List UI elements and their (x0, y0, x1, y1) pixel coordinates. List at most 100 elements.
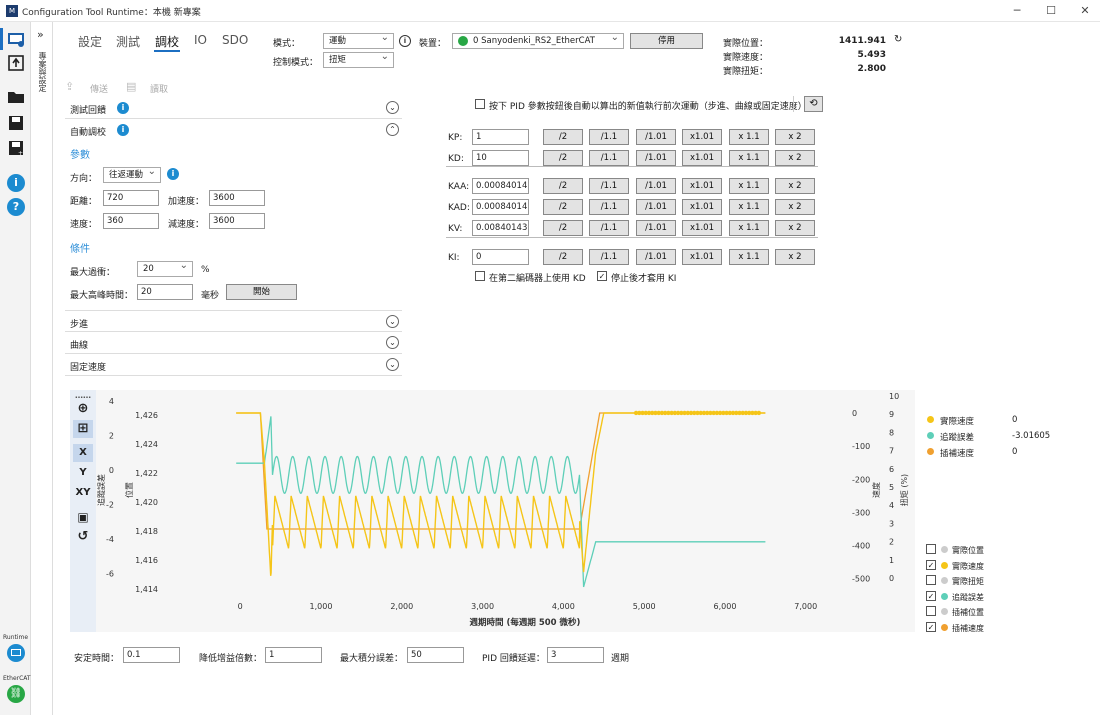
zoom-x-button[interactable]: X (73, 444, 93, 462)
kv-input[interactable]: 0.0084014308406 (472, 220, 529, 236)
kaa-mult-button[interactable]: x 1.1 (729, 178, 769, 194)
kad-mult-button[interactable]: /1.1 (589, 199, 629, 215)
zoom-box-icon[interactable]: ⊞ (73, 420, 93, 438)
ki-mult-button[interactable]: x1.01 (682, 249, 722, 265)
direction-select[interactable]: 往返運動 (103, 165, 161, 183)
speed-input[interactable]: 360 (103, 213, 159, 229)
tab-settings[interactable]: 設定 (78, 33, 102, 50)
kv-mult-button[interactable]: x1.01 (682, 220, 722, 236)
const-speed-section[interactable]: 固定速度 ⌄ (65, 354, 402, 376)
maximize-button[interactable]: ☐ (1036, 3, 1066, 19)
open-folder-icon[interactable] (7, 88, 25, 106)
auto-tune-info-icon[interactable]: i (117, 124, 129, 136)
stop-button[interactable]: 停用 (630, 33, 703, 49)
zoom-xy-button[interactable]: XY (73, 484, 93, 502)
info-icon[interactable]: i (7, 174, 25, 192)
kad-input[interactable]: 0.000840143084 (472, 199, 529, 215)
kp-mult-button[interactable]: /1.1 (589, 129, 629, 145)
series-toggle-checkbox[interactable] (926, 544, 936, 554)
kd-mult-button[interactable]: x 2 (775, 150, 815, 166)
mode-info-icon[interactable]: i (399, 35, 411, 47)
auto-tune-section[interactable]: 自動調校 i ⌃ (65, 119, 402, 141)
kaa-mult-button[interactable]: /1.1 (589, 178, 629, 194)
mode-select[interactable]: 運動 (323, 31, 394, 49)
pid-delay-input[interactable]: 3 (547, 647, 604, 663)
upload-label[interactable]: 傳送 (90, 82, 108, 95)
kd-input[interactable]: 10 (472, 150, 529, 166)
ki-input[interactable]: 0 (472, 249, 529, 265)
ki-mult-button[interactable]: x 2 (775, 249, 815, 265)
tab-tuning[interactable]: 調校 (155, 33, 179, 50)
tab-sdo[interactable]: SDO (222, 33, 248, 47)
minimize-button[interactable]: ─ (1002, 3, 1032, 19)
kaa-mult-button[interactable]: /2 (543, 178, 583, 194)
accel-input[interactable]: 3600 (209, 190, 265, 206)
kd-mult-button[interactable]: /1.01 (636, 150, 676, 166)
zoom-in-icon[interactable]: ⊕ (73, 400, 93, 418)
kd-mult-button[interactable]: /2 (543, 150, 583, 166)
runtime-monitor-icon[interactable] (7, 644, 25, 662)
project-settings-label[interactable]: 專案與設定 (37, 52, 47, 92)
close-button[interactable]: ✕ (1070, 3, 1100, 19)
distance-input[interactable]: 720 (103, 190, 159, 206)
reduce-gain-input[interactable]: 1 (265, 647, 322, 663)
max-integral-input[interactable]: 50 (407, 647, 464, 663)
kaa-mult-button[interactable]: x 2 (775, 178, 815, 194)
series-toggle-checkbox[interactable]: ✓ (926, 590, 936, 601)
undo-zoom-icon[interactable]: ↺ (73, 528, 93, 546)
decel-input[interactable]: 3600 (209, 213, 265, 229)
kad-mult-button[interactable]: x 1.1 (729, 199, 769, 215)
control-mode-select[interactable]: 扭矩 (323, 50, 394, 68)
kad-mult-button[interactable]: /1.01 (636, 199, 676, 215)
kd-mult-button[interactable]: x1.01 (682, 150, 722, 166)
second-encoder-checkbox[interactable] (475, 271, 485, 281)
kaa-mult-button[interactable]: /1.01 (636, 178, 676, 194)
kd-mult-button[interactable]: x 1.1 (729, 150, 769, 166)
direction-info-icon[interactable]: i (167, 168, 179, 180)
fit-view-icon[interactable]: ▣ (73, 508, 93, 526)
series-toggle-checkbox[interactable] (926, 606, 936, 616)
stop-ki-checkbox[interactable]: ✓ (597, 271, 607, 281)
ethercat-link-icon[interactable]: ⛓ (7, 685, 25, 703)
ki-mult-button[interactable]: x 1.1 (729, 249, 769, 265)
zoom-y-button[interactable]: Y (73, 464, 93, 482)
tab-test[interactable]: 測試 (116, 33, 140, 50)
read-label[interactable]: 讀取 (150, 82, 168, 95)
curve-section[interactable]: 曲線 ⌄ (65, 332, 402, 354)
device-config-icon[interactable] (7, 30, 25, 48)
test-feedback-section[interactable]: 測試回饋 i ⌄ (65, 97, 402, 119)
save-as-icon[interactable]: + (7, 139, 25, 157)
chevron-down-icon[interactable]: ⌄ (386, 101, 399, 114)
kv-mult-button[interactable]: x 1.1 (729, 220, 769, 236)
step-section[interactable]: 步進 ⌄ (65, 310, 402, 332)
max-overshoot-select[interactable]: 20 (137, 259, 193, 277)
kv-mult-button[interactable]: /1.1 (589, 220, 629, 236)
kv-mult-button[interactable]: /1.01 (636, 220, 676, 236)
kp-mult-button[interactable]: x 1.1 (729, 129, 769, 145)
series-toggle-checkbox[interactable]: ✓ (926, 621, 936, 632)
chevron-down-icon[interactable]: ⌄ (386, 315, 399, 328)
expand-chevron-icon[interactable]: » (37, 28, 44, 41)
ki-mult-button[interactable]: /2 (543, 249, 583, 265)
chevron-down-icon[interactable]: ⌄ (386, 358, 399, 371)
refresh-button[interactable]: ⟲ (804, 96, 823, 112)
kd-mult-button[interactable]: /1.1 (589, 150, 629, 166)
ki-mult-button[interactable]: /1.01 (636, 249, 676, 265)
kad-mult-button[interactable]: x 2 (775, 199, 815, 215)
kp-input[interactable]: 1 (472, 129, 529, 145)
read-icon[interactable]: ▤ (126, 80, 136, 93)
reset-position-icon[interactable]: ↻ (894, 34, 902, 45)
chevron-up-icon[interactable]: ⌃ (386, 123, 399, 136)
kv-mult-button[interactable]: x 2 (775, 220, 815, 236)
kad-mult-button[interactable]: x1.01 (682, 199, 722, 215)
kv-mult-button[interactable]: /2 (543, 220, 583, 236)
upload-icon[interactable] (7, 54, 25, 72)
chart-plot[interactable]: 0 1,000 2,000 3,000 4,000 5,000 6,000 7,000 週期時間… (96, 390, 915, 632)
test-feedback-info-icon[interactable]: i (117, 102, 129, 114)
settle-input[interactable]: 0.1 (123, 647, 180, 663)
upload-icon[interactable]: ⇪ (65, 80, 74, 93)
kaa-mult-button[interactable]: x1.01 (682, 178, 722, 194)
max-peak-input[interactable]: 20 (137, 284, 193, 300)
series-toggle-checkbox[interactable]: ✓ (926, 559, 936, 570)
kad-mult-button[interactable]: /2 (543, 199, 583, 215)
